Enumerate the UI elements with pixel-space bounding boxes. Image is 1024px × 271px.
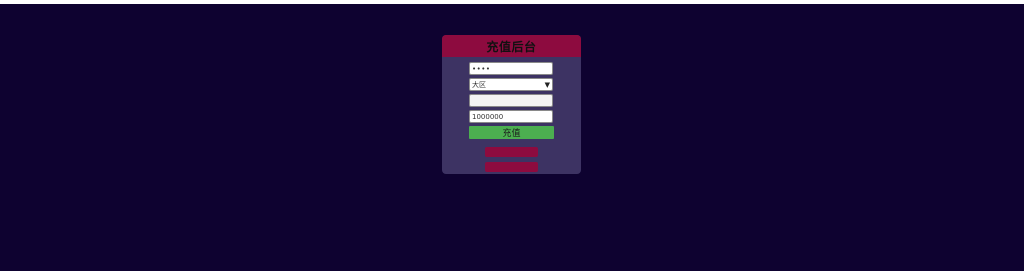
panel-header: 充值后台 — [442, 35, 581, 57]
amount-field[interactable]: 1000000 — [469, 110, 553, 123]
recharge-panel: 充值后台 •••• 大区 ▼ 1000000 充值 — [442, 35, 581, 174]
panel-title: 充值后台 — [486, 39, 537, 54]
region-select-value: 大区 — [472, 80, 486, 89]
secondary-link-button-2[interactable] — [485, 162, 538, 172]
region-select[interactable]: 大区 ▼ — [469, 78, 553, 91]
password-field[interactable]: •••• — [469, 62, 553, 75]
recharge-button[interactable]: 充值 — [469, 126, 554, 139]
recharge-button-label: 充值 — [502, 129, 521, 139]
secondary-link-button-1[interactable] — [485, 147, 538, 157]
password-value: •••• — [472, 64, 491, 73]
chevron-down-icon: ▼ — [544, 80, 550, 89]
account-field[interactable] — [469, 94, 553, 107]
amount-value: 1000000 — [472, 112, 504, 121]
